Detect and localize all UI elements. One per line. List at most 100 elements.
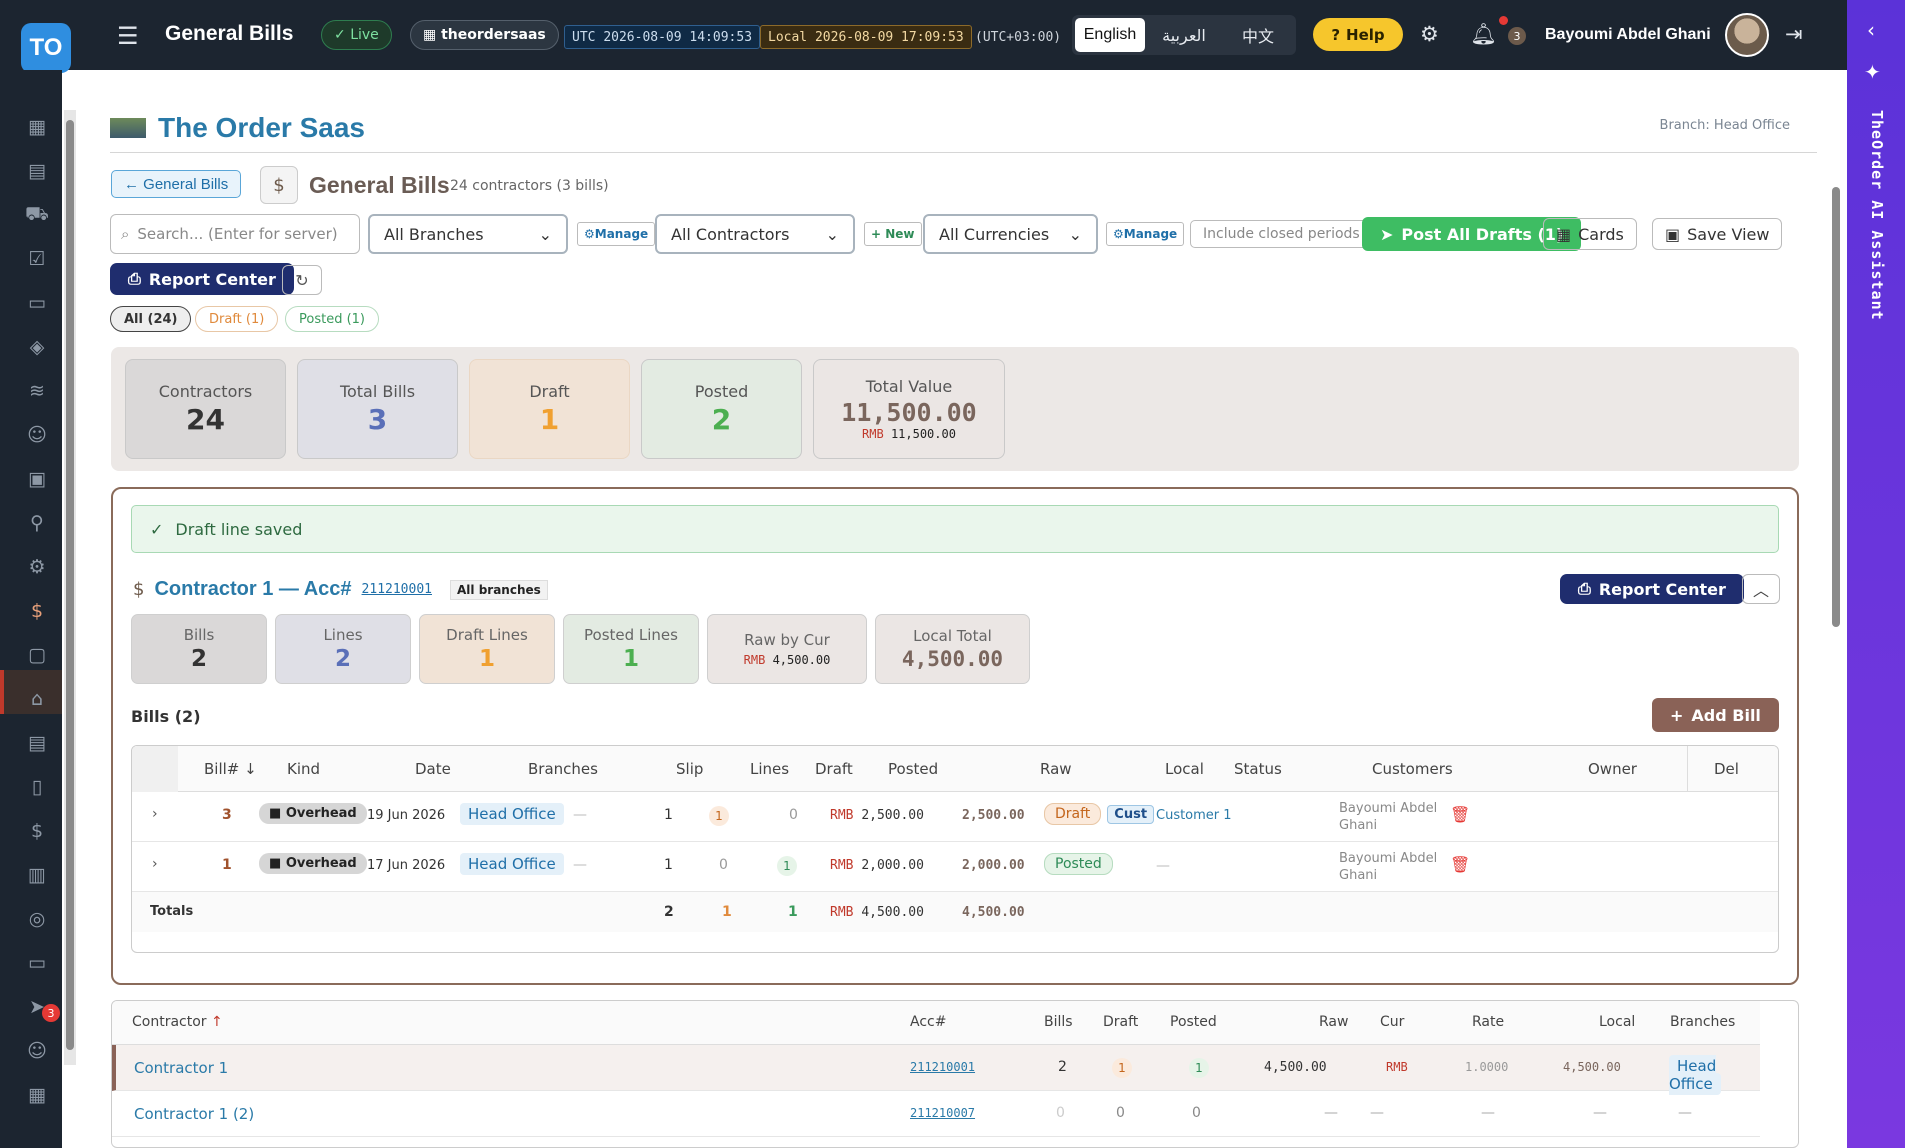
- lang-chinese[interactable]: 中文: [1223, 18, 1293, 52]
- table-row[interactable]: Contractor 1 211210001 2 1 1 4,500.00 RM…: [112, 1045, 1760, 1095]
- dashboard-icon[interactable]: ▦: [26, 116, 48, 138]
- col-rate[interactable]: Rate: [1472, 1014, 1504, 1030]
- id-card-icon[interactable]: ▣: [26, 468, 48, 490]
- bill-posted: 1: [777, 856, 797, 876]
- document-icon[interactable]: ▤: [26, 732, 48, 754]
- col-draft[interactable]: Draft: [815, 760, 853, 778]
- calendar-icon[interactable]: ▦: [26, 1084, 48, 1106]
- archive-icon[interactable]: ▭: [26, 292, 48, 314]
- contractor-name[interactable]: Contractor 1: [134, 1059, 228, 1077]
- expand-row-icon[interactable]: ›: [152, 806, 158, 822]
- col-local[interactable]: Local: [1599, 1014, 1635, 1030]
- col-raw[interactable]: Raw: [1040, 760, 1072, 778]
- dollar-icon[interactable]: $: [26, 820, 48, 842]
- checklist-icon[interactable]: ☑: [26, 248, 48, 270]
- gear-icon[interactable]: ⚙: [1420, 22, 1439, 46]
- cart-icon[interactable]: ⛟: [25, 203, 49, 226]
- users-icon[interactable]: ☺: [26, 424, 48, 446]
- col-draft[interactable]: Draft: [1103, 1014, 1138, 1030]
- metric-lines: Lines 2: [275, 614, 411, 684]
- expand-row-icon[interactable]: ›: [152, 856, 158, 872]
- cards-button[interactable]: ▦ Cards: [1543, 218, 1637, 250]
- tenant-badge[interactable]: ▦ theordersaas: [410, 20, 559, 50]
- inbox-icon[interactable]: ▭: [26, 952, 48, 974]
- col-kind[interactable]: Kind: [287, 760, 320, 778]
- account-link[interactable]: 211210001: [362, 582, 432, 597]
- bill-number[interactable]: 3: [222, 807, 232, 823]
- table-row[interactable]: › 3 ■ Overhead 19 Jun 2026 Head Office —…: [132, 792, 1778, 842]
- contractor-name[interactable]: Contractor 1 (2): [134, 1105, 254, 1123]
- avatar[interactable]: [1725, 13, 1769, 57]
- layers-icon[interactable]: ≋: [26, 380, 48, 402]
- book-icon[interactable]: ▯: [26, 776, 48, 798]
- col-bills[interactable]: Bills: [1044, 1014, 1073, 1030]
- branches-select[interactable]: All Branches ⌄: [368, 214, 568, 254]
- table-row[interactable]: Contractor 1 (2) 211210007 0 0 0 — — — —…: [112, 1091, 1760, 1137]
- add-bill-button[interactable]: + Add Bill: [1652, 698, 1779, 732]
- new-contractor-button[interactable]: + New: [864, 222, 922, 246]
- col-posted[interactable]: Posted: [1170, 1014, 1217, 1030]
- col-slip[interactable]: Slip: [676, 760, 703, 778]
- ai-assistant-label[interactable]: TheOrder AI Assistant: [1868, 110, 1886, 321]
- table-row[interactable]: › 1 ■ Overhead 17 Jun 2026 Head Office —…: [132, 842, 1778, 892]
- team-icon[interactable]: ☺: [26, 1040, 48, 1062]
- report-center-button[interactable]: ⎙ Report Center: [110, 263, 294, 295]
- contractor-draft: 0: [1116, 1105, 1125, 1121]
- filter-all[interactable]: All (24): [110, 306, 192, 332]
- search-input[interactable]: ⌕ Search... (Enter for server): [110, 214, 360, 254]
- col-branches[interactable]: Branches: [1670, 1014, 1735, 1030]
- main-scrollbar[interactable]: [1828, 172, 1842, 1142]
- col-acc[interactable]: Acc#: [910, 1014, 946, 1030]
- box-icon[interactable]: ◈: [26, 336, 48, 358]
- wallet-icon[interactable]: ▢: [26, 644, 48, 666]
- back-button[interactable]: ← General Bills: [111, 170, 242, 198]
- bill-number[interactable]: 1: [222, 857, 232, 873]
- clipboard-icon[interactable]: ▤: [26, 160, 48, 182]
- contractor-acc[interactable]: 211210001: [910, 1060, 975, 1074]
- logout-icon[interactable]: ⇥: [1785, 22, 1803, 46]
- col-cur[interactable]: Cur: [1380, 1014, 1404, 1030]
- col-contractor[interactable]: Contractor ↑: [132, 1014, 223, 1030]
- chart-icon[interactable]: ▥: [26, 864, 48, 886]
- lang-english[interactable]: English: [1075, 18, 1145, 52]
- coins-icon[interactable]: ◎: [26, 908, 48, 930]
- accessibility-icon[interactable]: ⚲: [26, 512, 48, 534]
- contractor-acc[interactable]: 211210007: [910, 1106, 975, 1120]
- col-date[interactable]: Date: [415, 760, 451, 778]
- chevron-left-icon[interactable]: ‹: [1867, 18, 1875, 42]
- stat-total-bills: Total Bills 3: [297, 359, 458, 459]
- include-closed-toggle[interactable]: Include closed periods: [1190, 220, 1373, 248]
- col-lines[interactable]: Lines: [750, 760, 789, 778]
- bill-customer[interactable]: Customer 1: [1156, 808, 1232, 823]
- col-raw[interactable]: Raw: [1319, 1014, 1348, 1030]
- manage-currencies-button[interactable]: ⚙ Manage: [1106, 222, 1185, 246]
- col-posted[interactable]: Posted: [888, 760, 938, 778]
- collapse-button[interactable]: ︿: [1742, 574, 1780, 604]
- robot-icon[interactable]: ⚙: [26, 556, 48, 578]
- save-view-button[interactable]: ▣ Save View: [1652, 218, 1783, 250]
- col-customers[interactable]: Customers: [1372, 760, 1453, 778]
- trash-icon[interactable]: 🗑︎: [1450, 805, 1470, 824]
- lang-arabic[interactable]: العربية: [1149, 18, 1219, 52]
- trash-icon[interactable]: 🗑︎: [1450, 855, 1470, 874]
- bell-icon[interactable]: 🔔︎: [1470, 22, 1497, 47]
- user-name[interactable]: Bayoumi Abdel Ghani: [1545, 26, 1711, 44]
- col-local[interactable]: Local: [1165, 760, 1204, 778]
- col-branches[interactable]: Branches: [528, 760, 598, 778]
- filter-draft[interactable]: Draft (1): [195, 306, 279, 332]
- col-bill[interactable]: Bill# ↓: [204, 760, 257, 778]
- bills-icon[interactable]: $: [26, 600, 48, 622]
- refresh-button[interactable]: ↻: [282, 265, 322, 295]
- col-status[interactable]: Status: [1234, 760, 1282, 778]
- menu-icon[interactable]: ☰: [117, 22, 139, 50]
- manage-branches-button[interactable]: ⚙ Manage: [577, 222, 656, 246]
- currencies-select[interactable]: All Currencies ⌄: [923, 214, 1098, 254]
- col-owner[interactable]: Owner: [1588, 760, 1637, 778]
- help-button[interactable]: ? Help: [1313, 18, 1403, 51]
- panel-report-center-button[interactable]: ⎙ Report Center: [1560, 574, 1744, 604]
- filter-posted[interactable]: Posted (1): [285, 306, 379, 332]
- sidebar-scrollbar[interactable]: [64, 110, 76, 1065]
- app-logo[interactable]: TO: [21, 23, 71, 73]
- bank-icon[interactable]: ⌂: [26, 688, 48, 710]
- contractors-select[interactable]: All Contractors ⌄: [655, 214, 855, 254]
